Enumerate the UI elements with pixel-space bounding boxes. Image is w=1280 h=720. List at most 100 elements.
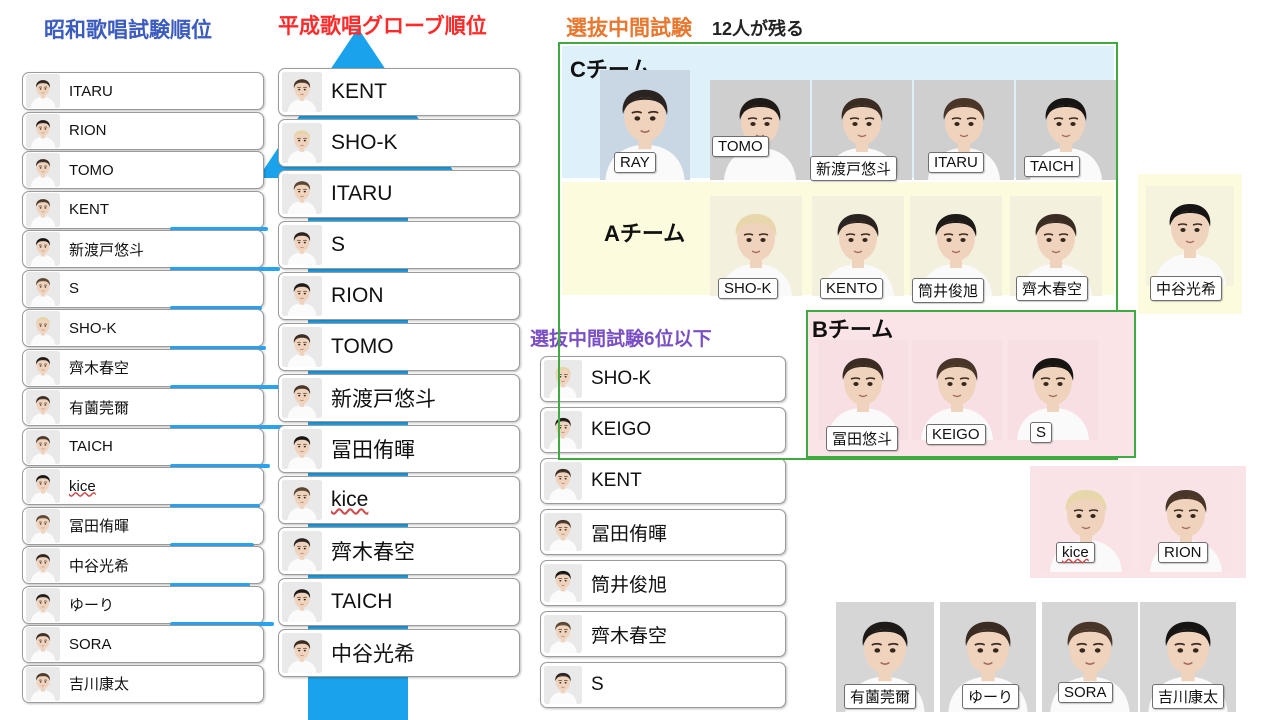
ranking-row[interactable]: 中谷光希 (278, 629, 520, 677)
member-name: kice (69, 477, 96, 495)
ranking-row[interactable]: 冨田侑暉 (540, 509, 786, 555)
ranking-row[interactable]: 新渡戸悠斗 (278, 374, 520, 422)
member-thumbnail (282, 429, 322, 469)
member-name: S (69, 280, 80, 297)
member-name: kice (331, 488, 369, 511)
member-name: 冨田侑暉 (331, 439, 415, 462)
ranking-row[interactable]: 齊木春空 (278, 527, 520, 575)
member-name: 新渡戸悠斗 (69, 241, 145, 259)
member-name-tag: 吉川康太 (1152, 684, 1225, 709)
ranking-row[interactable]: ITARU (278, 170, 520, 218)
ranking-row[interactable]: TOMO (22, 151, 264, 189)
member-thumbnail (282, 225, 322, 265)
heisei-ranking-list: KENT SHO-K ITARU S RION TOMO 新渡戸悠斗冨田侑暉 kice 齊木春空… (278, 68, 520, 680)
ranking-row[interactable]: 吉川康太 (22, 664, 264, 703)
member-name-tag: 中谷光希 (1150, 276, 1223, 301)
member-name: S (331, 233, 346, 256)
member-thumbnail (282, 531, 322, 571)
member-name: 冨田侑暉 (591, 523, 668, 545)
member-thumbnail (544, 564, 582, 602)
member-name: 中谷光希 (331, 643, 415, 666)
ranking-row[interactable]: RION (22, 111, 264, 150)
member-name: TAICH (331, 590, 393, 613)
member-name: ゆーり (69, 597, 115, 614)
ranking-row[interactable]: TAICH (22, 427, 264, 466)
member-thumbnail (282, 174, 322, 214)
ranking-row[interactable]: 有薗莞爾 (22, 388, 264, 426)
member-name-tag: TOMO (712, 136, 769, 157)
member-name-tag: ゆーり (962, 684, 1020, 709)
ranking-row[interactable]: KENT (540, 458, 786, 504)
member-name: 齊木春空 (69, 360, 130, 377)
ranking-row[interactable]: 冨田侑暉 (22, 506, 264, 545)
member-name-tag: kice (1056, 542, 1095, 563)
member-thumbnail (26, 548, 60, 582)
member-name: RION (69, 122, 107, 139)
ranking-row[interactable]: kice (278, 476, 520, 524)
ranking-row[interactable]: TAICH (278, 578, 520, 626)
member-name: TOMO (331, 335, 394, 358)
ranking-row[interactable]: S (278, 221, 520, 269)
member-thumbnail (26, 429, 60, 464)
member-name-tag: 齊木春空 (1016, 276, 1089, 301)
member-thumbnail (26, 232, 60, 266)
member-thumbnail (544, 513, 582, 551)
ranking-row[interactable]: KENT (22, 190, 264, 229)
member-thumbnail (282, 480, 322, 520)
member-thumbnail (26, 311, 60, 345)
heading-remaining-count: 12人が残る (712, 19, 805, 39)
ranking-row[interactable]: RION (278, 272, 520, 320)
ranking-row[interactable]: SHO-K (22, 309, 264, 347)
member-name-tag: RION (1158, 542, 1208, 563)
ranking-row[interactable]: TOMO (278, 323, 520, 371)
member-name-tag: 新渡戸悠斗 (810, 156, 898, 181)
member-thumbnail (282, 327, 322, 367)
member-name: 筒井俊旭 (591, 574, 668, 596)
member-name-tag: KENTO (820, 278, 884, 299)
member-name-tag: SHO-K (718, 278, 778, 299)
ranking-row[interactable]: 新渡戸悠斗 (22, 230, 264, 268)
member-name-tag: TAICH (1024, 156, 1080, 177)
member-thumbnail (26, 666, 60, 701)
member-name: TAICH (69, 438, 113, 455)
member-photo (818, 340, 908, 440)
ranking-row[interactable]: S (22, 269, 264, 308)
member-name-tag: RAY (614, 152, 656, 173)
member-name-tag: 有薗莞爾 (844, 684, 917, 709)
heading-showa: 昭和歌唱試験順位 (44, 19, 212, 42)
member-name: RION (331, 284, 384, 307)
ranking-row[interactable]: 齊木春空 (540, 611, 786, 657)
member-name: 齊木春空 (591, 625, 668, 647)
a-team-label: Aチーム (604, 221, 686, 246)
member-thumbnail (282, 72, 322, 112)
member-thumbnail (26, 192, 60, 227)
member-name: 冨田侑暉 (69, 518, 130, 535)
member-name: ITARU (69, 82, 113, 100)
member-name-tag: S (1030, 422, 1053, 443)
member-name: ITARU (331, 182, 393, 205)
member-name: 吉川康太 (69, 676, 130, 693)
ranking-row[interactable]: kice (22, 467, 264, 505)
ranking-row[interactable]: S (540, 662, 786, 708)
member-name: 新渡戸悠斗 (331, 388, 436, 411)
member-thumbnail (26, 113, 60, 148)
member-thumbnail (26, 508, 60, 543)
ranking-row[interactable]: 冨田侑暉 (278, 425, 520, 473)
ranking-row[interactable]: 中谷光希 (22, 546, 264, 584)
ranking-row[interactable]: 筒井俊旭 (540, 560, 786, 606)
ranking-row[interactable]: SORA (22, 625, 264, 663)
member-thumbnail (282, 633, 322, 673)
member-name: SHO-K (69, 319, 117, 337)
member-thumbnail (26, 587, 60, 622)
heading-heisei: 平成歌唱グローブ順位 (278, 15, 487, 38)
ranking-row[interactable]: SHO-K (278, 119, 520, 167)
member-thumbnail (282, 378, 322, 418)
heading-senbatsu: 選抜中間試験 (566, 17, 692, 40)
ranking-row[interactable]: ITARU (22, 72, 264, 110)
member-thumbnail (544, 615, 582, 653)
member-name-tag: ITARU (928, 152, 984, 173)
member-thumbnail (26, 390, 60, 424)
ranking-row[interactable]: ゆーり (22, 585, 264, 624)
ranking-row[interactable]: 齊木春空 (22, 348, 264, 387)
ranking-row[interactable]: KENT (278, 68, 520, 116)
